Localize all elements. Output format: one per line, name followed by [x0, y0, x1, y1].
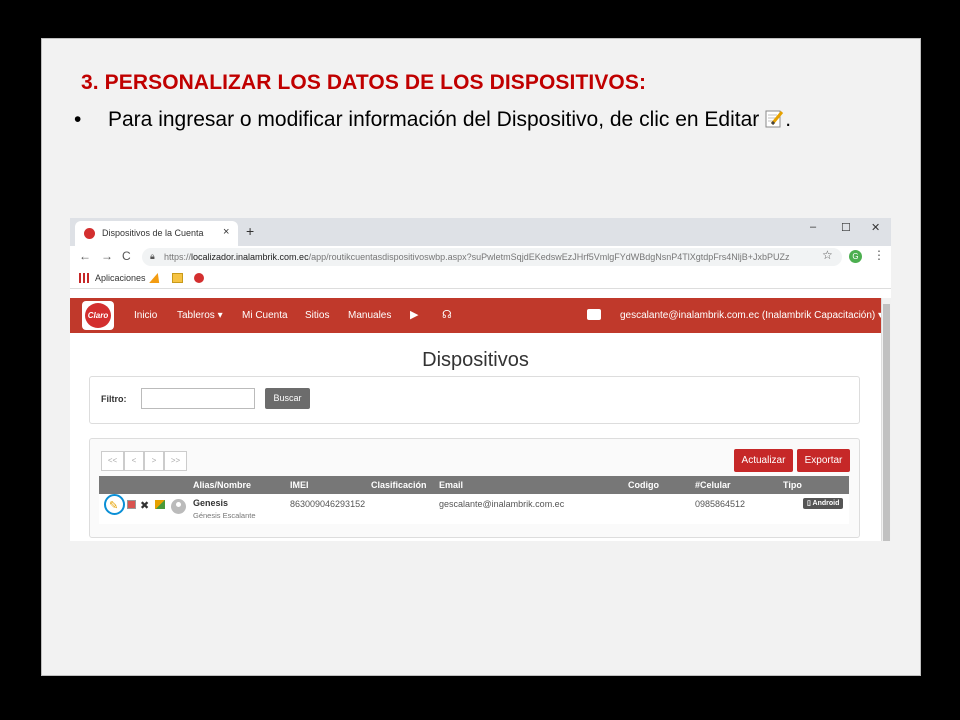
- bookmark-2-icon[interactable]: [172, 273, 183, 283]
- row-delete-icon[interactable]: ✖: [140, 499, 149, 512]
- row-calendar-icon[interactable]: [127, 500, 136, 509]
- claro-logo[interactable]: Claro: [82, 301, 114, 330]
- col-codigo[interactable]: Codigo: [628, 480, 659, 490]
- row-celular: 0985864512: [695, 499, 746, 509]
- avatar: [171, 499, 186, 514]
- pager-prev-button[interactable]: <: [124, 451, 144, 471]
- profile-avatar[interactable]: G: [849, 250, 862, 263]
- nav-sitios[interactable]: Sitios: [305, 310, 329, 321]
- youtube-icon[interactable]: ▶: [410, 308, 418, 321]
- reload-icon[interactable]: C: [122, 249, 131, 263]
- bullet-marker: •: [74, 108, 82, 131]
- filter-input[interactable]: [141, 388, 255, 409]
- filter-panel: Filtro: Buscar: [89, 376, 860, 424]
- pager-first-button[interactable]: <<: [101, 451, 124, 471]
- table-row: ✎ ✖ Genesis Génesis Escalante 8630090462…: [99, 494, 849, 524]
- menu-kebab-icon[interactable]: ⋮: [873, 248, 885, 262]
- col-email[interactable]: Email: [439, 480, 463, 490]
- support-headset-icon[interactable]: ☊: [442, 308, 452, 321]
- edit-highlight-circle: [104, 494, 125, 515]
- row-transfer-icon[interactable]: [155, 500, 165, 509]
- logo-text: Claro: [85, 303, 111, 328]
- results-panel: << < > >> Actualizar Exportar Alias/Nomb…: [89, 438, 860, 538]
- page-scrollbar[interactable]: [881, 298, 891, 541]
- bookmark-3-icon[interactable]: [194, 273, 204, 283]
- tab-bar: Dispositivos de la Cuenta × + – ☐ ✕: [70, 218, 891, 246]
- address-bar[interactable]: 🔒︎ https://localizador.inalambrik.com.ec…: [142, 248, 842, 266]
- page-title: Dispositivos: [422, 349, 529, 371]
- bookmarks-bar: Aplicaciones: [70, 268, 891, 289]
- nav-inicio[interactable]: Inicio: [134, 310, 157, 321]
- chat-icon[interactable]: [587, 309, 601, 320]
- bullet-text: Para ingresar o modificar información de…: [108, 105, 848, 134]
- col-alias[interactable]: Alias/Nombre: [193, 480, 251, 490]
- nav-mi-cuenta[interactable]: Mi Cuenta: [242, 310, 288, 321]
- bullet-period: .: [785, 108, 792, 131]
- row-nombre: Génesis Escalante: [193, 511, 256, 520]
- minimize-icon[interactable]: –: [810, 221, 816, 233]
- app-navbar: Claro Inicio Tableros ▾ Mi Cuenta Sitios…: [70, 298, 883, 333]
- slide-title: 3. PERSONALIZAR LOS DATOS DE LOS DISPOSI…: [81, 71, 647, 94]
- nav-tableros[interactable]: Tableros ▾: [177, 310, 223, 321]
- new-tab-button[interactable]: +: [246, 223, 254, 239]
- table-header: Alias/Nombre IMEI Clasificación Email Co…: [99, 476, 849, 494]
- edit-icon: [763, 108, 785, 130]
- row-imei: 863009046293152: [290, 499, 366, 509]
- claro-favicon-icon: [84, 228, 95, 239]
- row-email: gescalante@inalambrik.com.ec: [439, 499, 565, 509]
- browser-screenshot: Dispositivos de la Cuenta × + – ☐ ✕ ← → …: [70, 218, 891, 541]
- col-celular[interactable]: #Celular: [695, 480, 731, 490]
- bullet-sentence: Para ingresar o modificar información de…: [108, 108, 760, 131]
- tab-close-icon[interactable]: ×: [223, 226, 229, 238]
- col-tipo[interactable]: Tipo: [783, 480, 802, 490]
- scrollbar-thumb[interactable]: [883, 304, 890, 541]
- refresh-button[interactable]: Actualizar: [734, 449, 793, 472]
- col-clasificacion[interactable]: Clasificación: [371, 480, 427, 490]
- tab-title: Dispositivos de la Cuenta: [102, 228, 204, 238]
- apps-grid-icon[interactable]: [79, 273, 89, 283]
- col-imei[interactable]: IMEI: [290, 480, 309, 490]
- nav-manuales[interactable]: Manuales: [348, 310, 391, 321]
- search-button[interactable]: Buscar: [265, 388, 310, 409]
- android-badge: ▯ Android: [803, 498, 844, 509]
- pager-next-button[interactable]: >: [144, 451, 164, 471]
- user-menu[interactable]: gescalante@inalambrik.com.ec (Inalambrik…: [620, 310, 883, 321]
- browser-toolbar: ← → C 🔒︎ https://localizador.inalambrik.…: [70, 246, 891, 268]
- lock-icon: 🔒︎: [150, 251, 155, 261]
- back-icon[interactable]: ←: [79, 249, 91, 263]
- close-window-icon[interactable]: ✕: [871, 221, 880, 234]
- browser-tab[interactable]: Dispositivos de la Cuenta ×: [75, 221, 238, 246]
- bookmark-apps[interactable]: Aplicaciones: [95, 273, 146, 283]
- row-alias: Genesis: [193, 498, 229, 508]
- bookmark-star-icon[interactable]: ☆: [822, 248, 833, 262]
- url-text: https://localizador.inalambrik.com.ec/ap…: [164, 252, 790, 262]
- maximize-icon[interactable]: ☐: [841, 221, 851, 234]
- filter-label: Filtro:: [101, 394, 127, 404]
- export-button[interactable]: Exportar: [797, 449, 850, 472]
- bookmark-1-icon[interactable]: [149, 273, 163, 283]
- forward-icon[interactable]: →: [101, 249, 113, 263]
- pager-last-button[interactable]: >>: [164, 451, 187, 471]
